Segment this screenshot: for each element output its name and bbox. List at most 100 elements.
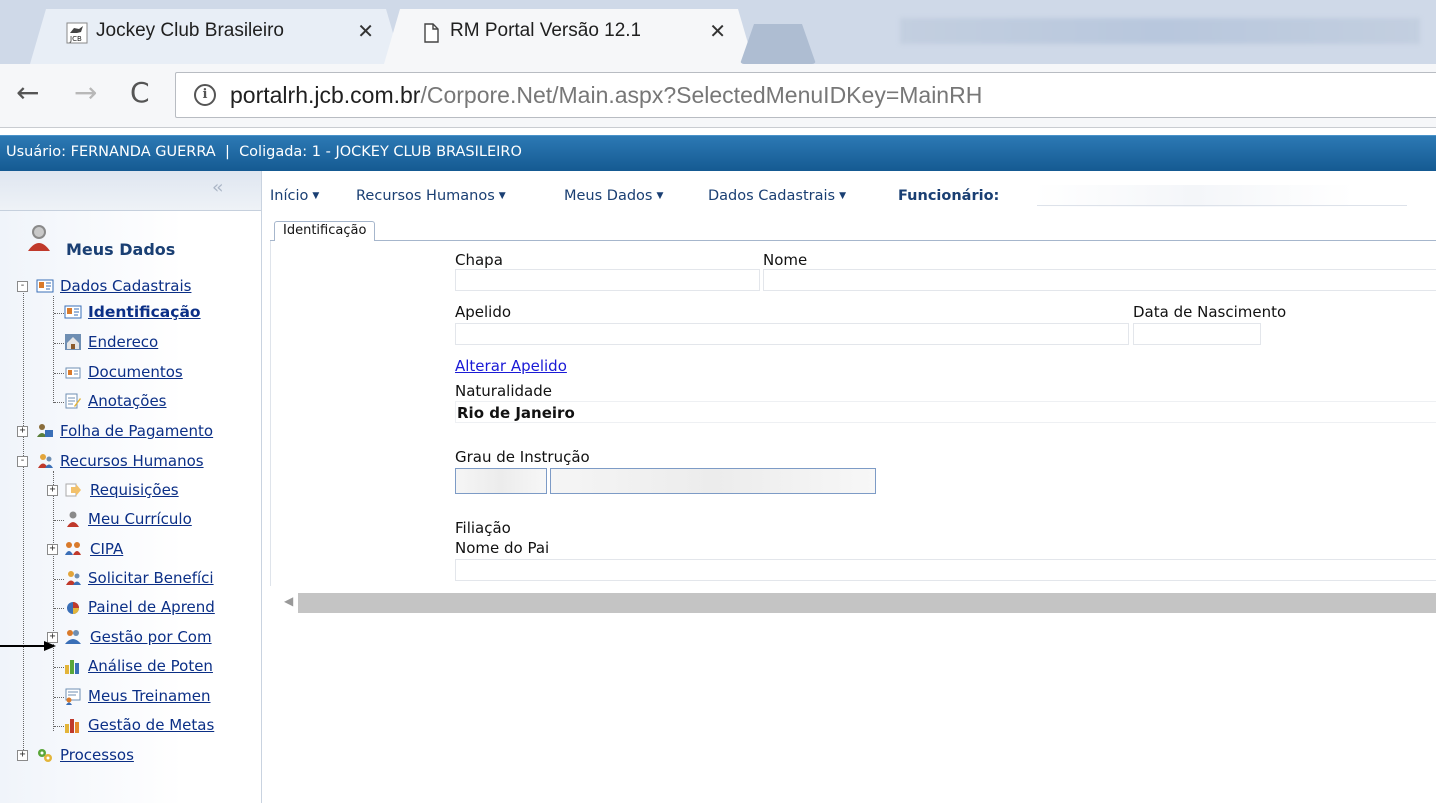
coligada-label: Coligada: 1 - JOCKEY CLUB BRASILEIRO bbox=[239, 144, 522, 160]
tree-connector bbox=[54, 313, 64, 314]
blurred-window-title bbox=[900, 18, 1420, 44]
url-path: /Corpore.Net/Main.aspx?SelectedMenuIDKey… bbox=[420, 82, 983, 108]
sidebar-item-label: Análise de Poten bbox=[88, 657, 213, 675]
sidebar-item-solicitar-beneficio[interactable]: Solicitar Benefíci bbox=[64, 568, 261, 594]
sidebar-item-requisicoes[interactable]: + Requisições bbox=[47, 480, 261, 506]
tab-title: RM Portal Versão 12.1.12 bbox=[450, 20, 640, 41]
sidebar-item-label: Processos bbox=[60, 746, 134, 764]
notepad-pencil-icon bbox=[65, 393, 81, 409]
url-text[interactable]: portalrh.jcb.com.br/Corpore.Net/Main.asp… bbox=[230, 82, 982, 109]
tab-identificacao[interactable]: Identificação bbox=[274, 221, 376, 242]
tree-connector bbox=[54, 579, 64, 580]
sidebar-item-meus-treinamentos[interactable]: Meus Treinamen bbox=[64, 686, 261, 712]
url-host: portalrh.jcb.com.br bbox=[230, 82, 421, 108]
team-icon bbox=[65, 630, 81, 644]
browser-tab-rm-portal[interactable]: RM Portal Versão 12.1.12 ✕ bbox=[384, 9, 754, 64]
scrollbar-thumb[interactable] bbox=[298, 593, 1436, 613]
naturalidade-field[interactable] bbox=[455, 401, 1436, 423]
tree-connector bbox=[54, 697, 64, 698]
sidebar-item-anotacoes[interactable]: Anotações bbox=[64, 391, 261, 417]
sidebar-item-meu-curriculo[interactable]: Meu Currículo bbox=[64, 509, 261, 535]
tree-connector bbox=[54, 402, 64, 403]
naturalidade-value: Rio de Janeiro bbox=[457, 404, 575, 422]
expand-toggle-icon[interactable]: + bbox=[47, 544, 58, 555]
info-icon[interactable]: i bbox=[194, 84, 216, 106]
sidebar-item-painel-de-aprendizagem[interactable]: Painel de Aprend bbox=[64, 597, 261, 623]
collapse-toggle-icon[interactable]: - bbox=[17, 281, 28, 292]
horizontal-scrollbar[interactable]: ◀ bbox=[270, 590, 1436, 616]
menu-recursos-humanos[interactable]: Recursos Humanos ▼ bbox=[356, 188, 506, 204]
apelido-field[interactable] bbox=[455, 323, 1129, 345]
separator: | bbox=[224, 144, 230, 160]
grau-instrucao-description-field[interactable] bbox=[550, 468, 876, 494]
collapse-toggle-icon[interactable]: - bbox=[17, 456, 28, 467]
close-icon[interactable]: ✕ bbox=[709, 19, 726, 43]
naturalidade-label: Naturalidade bbox=[455, 382, 552, 400]
header-user-info: Usuário: FERNANDA GUERRA | Coligada: 1 -… bbox=[6, 144, 522, 160]
menu-label: Dados Cadastrais bbox=[708, 188, 836, 204]
sidebar-item-label: Meu Currículo bbox=[88, 510, 192, 528]
data-nascimento-field[interactable] bbox=[1133, 323, 1261, 345]
address-bar[interactable]: i portalrh.jcb.com.br/Corpore.Net/Main.a… bbox=[175, 72, 1436, 118]
filiacao-label: Filiação bbox=[455, 519, 511, 537]
bar-chart-icon bbox=[65, 719, 79, 733]
grau-instrucao-code-field[interactable] bbox=[455, 468, 547, 494]
tree-line bbox=[53, 471, 54, 731]
bar-chart-icon bbox=[65, 660, 79, 674]
menu-label: Recursos Humanos bbox=[356, 188, 495, 204]
menu-meus-dados[interactable]: Meus Dados ▼ bbox=[564, 188, 663, 204]
tree-line bbox=[23, 286, 24, 756]
tab-strip: Identificação bbox=[270, 221, 1436, 242]
tree-connector bbox=[54, 373, 64, 374]
sidebar: ‹‹ Meus Dados - Dados Cadastrais Identif… bbox=[0, 171, 262, 803]
sidebar-item-endereco[interactable]: Endereco bbox=[64, 332, 261, 358]
back-arrow-icon[interactable]: ← bbox=[16, 76, 39, 109]
chapa-label: Chapa bbox=[455, 251, 503, 269]
scroll-left-icon[interactable]: ◀ bbox=[284, 594, 293, 608]
chapa-field[interactable] bbox=[455, 269, 760, 291]
sidebar-item-identificacao[interactable]: Identificação bbox=[64, 302, 261, 328]
sidebar-item-documentos[interactable]: Documentos bbox=[64, 362, 261, 388]
sidebar-item-label: Anotações bbox=[88, 392, 167, 410]
expand-toggle-icon[interactable]: + bbox=[17, 750, 28, 761]
sidebar-item-gestao-por-competencias[interactable]: + Gestão por Com bbox=[47, 627, 261, 653]
id-card-icon bbox=[36, 279, 54, 293]
expand-toggle-icon[interactable]: + bbox=[47, 485, 58, 496]
tab-title: Jockey Club Brasileiro - Ir bbox=[96, 20, 286, 41]
page-icon bbox=[424, 23, 439, 43]
sidebar-item-label: Documentos bbox=[88, 363, 183, 381]
document-icon bbox=[65, 367, 81, 379]
sidebar-item-dados-cadastrais[interactable]: - Dados Cadastrais bbox=[17, 276, 261, 302]
browser-tab-jockey-club[interactable]: JCB Jockey Club Brasileiro - Ir ✕ bbox=[30, 9, 402, 64]
gears-icon bbox=[38, 749, 52, 762]
menu-dados-cadastrais[interactable]: Dados Cadastrais ▼ bbox=[708, 188, 846, 204]
dropdown-caret-icon: ▼ bbox=[312, 191, 320, 201]
forward-arrow-icon[interactable]: → bbox=[74, 76, 97, 109]
close-icon[interactable]: ✕ bbox=[357, 19, 374, 43]
sidebar-item-recursos-humanos[interactable]: - Recursos Humanos bbox=[17, 451, 261, 477]
sidebar-item-label: Solicitar Benefíci bbox=[88, 569, 214, 587]
alterar-apelido-link[interactable]: Alterar Apelido bbox=[455, 357, 567, 375]
menu-inicio[interactable]: Início ▼ bbox=[270, 188, 319, 204]
sidebar-item-label: Dados Cadastrais bbox=[60, 277, 192, 295]
apelido-label: Apelido bbox=[455, 303, 512, 321]
people-icon bbox=[38, 454, 53, 468]
tree-connector bbox=[54, 667, 64, 668]
reload-icon[interactable]: C bbox=[130, 76, 150, 109]
sidebar-item-gestao-de-metas[interactable]: Gestão de Metas bbox=[64, 715, 261, 741]
person-icon bbox=[67, 511, 79, 527]
expand-toggle-icon[interactable]: + bbox=[17, 426, 28, 437]
people-money-icon bbox=[37, 424, 53, 437]
collapse-chevron-icon[interactable]: ‹‹ bbox=[212, 177, 224, 198]
dropdown-caret-icon: ▼ bbox=[498, 191, 506, 201]
sidebar-item-analise-de-potencial[interactable]: Análise de Poten bbox=[64, 656, 261, 682]
nome-field[interactable] bbox=[763, 269, 1436, 291]
annotation-arrow-icon bbox=[0, 641, 56, 651]
sidebar-item-processos[interactable]: + Processos bbox=[17, 745, 261, 771]
sidebar-item-folha-de-pagamento[interactable]: + Folha de Pagamento bbox=[17, 421, 261, 447]
sidebar-item-cipa[interactable]: + CIPA bbox=[47, 539, 261, 565]
sidebar-item-label: Meus Treinamen bbox=[88, 687, 211, 705]
sidebar-item-label: Identificação bbox=[88, 303, 201, 321]
nome-pai-field[interactable] bbox=[455, 559, 1436, 581]
sidebar-item-label: Folha de Pagamento bbox=[60, 422, 214, 440]
